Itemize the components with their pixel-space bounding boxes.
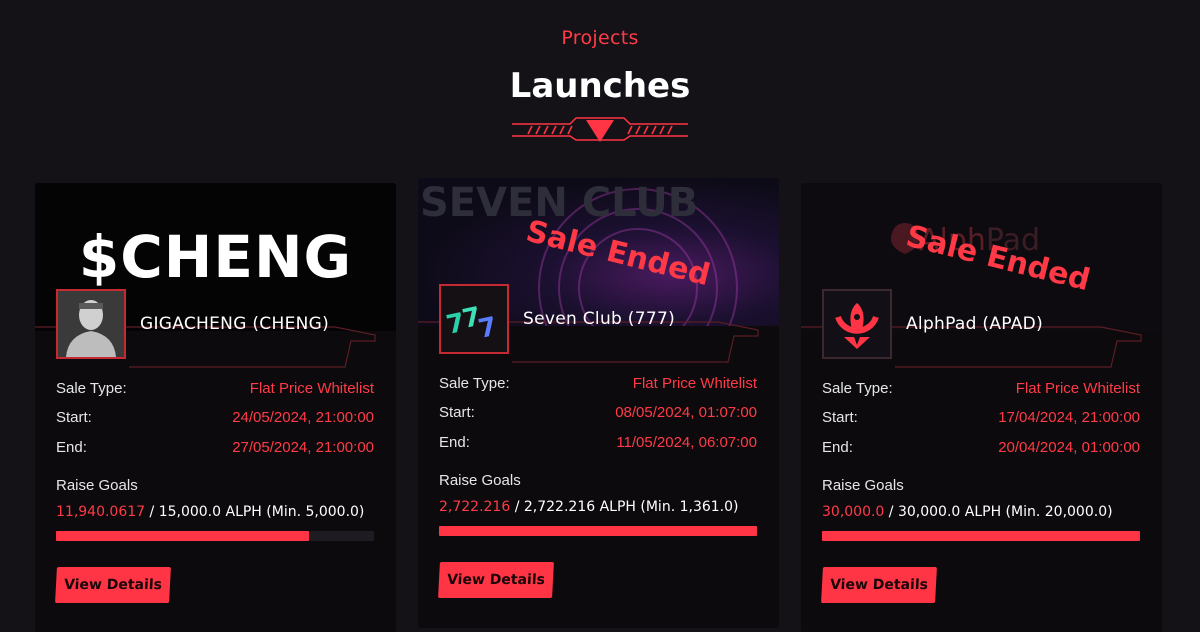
raise-values: 2,722.216 / 2,722.216 ALPH (Min. 1,361.0… xyxy=(439,499,739,515)
goal-amount: / 2,722.216 ALPH (Min. 1,361.0) xyxy=(514,499,739,515)
start-value: 24/05/2024, 21:00:00 xyxy=(232,409,374,426)
start-row: Start: 17/04/2024, 21:00:00 xyxy=(822,409,1140,426)
end-value: 27/05/2024, 21:00:00 xyxy=(232,439,374,456)
end-label: End: xyxy=(56,439,87,456)
end-value: 11/05/2024, 06:07:00 xyxy=(616,434,757,451)
raise-goals-label: Raise Goals xyxy=(439,472,521,489)
sale-type-label: Sale Type: xyxy=(56,380,127,397)
project-card-seven-club: SEVEN CLUB Sale Ended 7 7 7 Seven Club (… xyxy=(418,178,779,628)
section-eyebrow: Projects xyxy=(561,27,639,49)
end-row: End: 20/04/2024, 01:00:00 xyxy=(822,439,1140,456)
raise-progress-fill xyxy=(439,526,757,536)
raised-amount: 30,000.0 xyxy=(822,504,885,520)
raise-progress-bar xyxy=(56,531,374,541)
end-value: 20/04/2024, 01:00:00 xyxy=(998,439,1140,456)
raise-progress-fill xyxy=(822,531,1140,541)
end-label: End: xyxy=(439,434,470,451)
sale-type-row: Sale Type: Flat Price Whitelist xyxy=(439,375,757,392)
title-divider xyxy=(512,117,688,142)
end-label: End: xyxy=(822,439,853,456)
end-row: End: 27/05/2024, 21:00:00 xyxy=(56,439,374,456)
raise-progress-bar xyxy=(822,531,1140,541)
goal-amount: / 30,000.0 ALPH (Min. 20,000.0) xyxy=(888,504,1113,520)
start-label: Start: xyxy=(56,409,92,426)
sale-type-value: Flat Price Whitelist xyxy=(249,380,374,397)
sale-type-value: Flat Price Whitelist xyxy=(1015,380,1140,397)
start-value: 08/05/2024, 01:07:00 xyxy=(615,404,757,421)
raise-progress-bar xyxy=(439,526,757,536)
raise-values: 30,000.0 / 30,000.0 ALPH (Min. 20,000.0) xyxy=(822,504,1113,520)
raised-amount: 2,722.216 xyxy=(439,499,511,515)
banner-logo-text: SEVEN CLUB xyxy=(420,180,699,226)
raise-goals-label: Raise Goals xyxy=(56,477,138,494)
section-title: Launches xyxy=(509,66,691,106)
project-name: GIGACHENG (CHENG) xyxy=(140,314,330,334)
start-value: 17/04/2024, 21:00:00 xyxy=(998,409,1140,426)
view-details-button[interactable]: View Details xyxy=(821,567,937,603)
avatar: 7 7 7 xyxy=(439,284,509,354)
view-details-button[interactable]: View Details xyxy=(55,567,171,603)
start-row: Start: 24/05/2024, 21:00:00 xyxy=(56,409,374,426)
start-row: Start: 08/05/2024, 01:07:00 xyxy=(439,404,757,421)
raised-amount: 11,940.0617 xyxy=(56,504,146,520)
project-name: AlphPad (APAD) xyxy=(906,314,1043,334)
project-card-cheng: $CHENG GIGACHENG (CHENG) Sale Type: Flat… xyxy=(35,183,396,632)
sale-type-row: Sale Type: Flat Price Whitelist xyxy=(56,380,374,397)
raise-progress-fill xyxy=(56,531,310,541)
raise-values: 11,940.0617 / 15,000.0 ALPH (Min. 5,000.… xyxy=(56,504,364,520)
banner-logo-text: $CHENG xyxy=(78,223,353,291)
alphpad-logo-icon xyxy=(824,291,890,357)
sale-type-row: Sale Type: Flat Price Whitelist xyxy=(822,380,1140,397)
avatar xyxy=(56,289,126,359)
goal-amount: / 15,000.0 ALPH (Min. 5,000.0) xyxy=(149,504,365,520)
end-row: End: 11/05/2024, 06:07:00 xyxy=(439,434,757,451)
project-name: Seven Club (777) xyxy=(523,309,676,329)
view-details-button[interactable]: View Details xyxy=(438,562,554,598)
project-card-alphpad: AlphPad Sale Ended AlphPad (APAD) Sale T… xyxy=(801,183,1162,632)
sale-type-value: Flat Price Whitelist xyxy=(632,375,757,392)
raise-goals-label: Raise Goals xyxy=(822,477,904,494)
avatar xyxy=(822,289,892,359)
start-label: Start: xyxy=(439,404,475,421)
sale-type-label: Sale Type: xyxy=(439,375,510,392)
sale-type-label: Sale Type: xyxy=(822,380,893,397)
start-label: Start: xyxy=(822,409,858,426)
